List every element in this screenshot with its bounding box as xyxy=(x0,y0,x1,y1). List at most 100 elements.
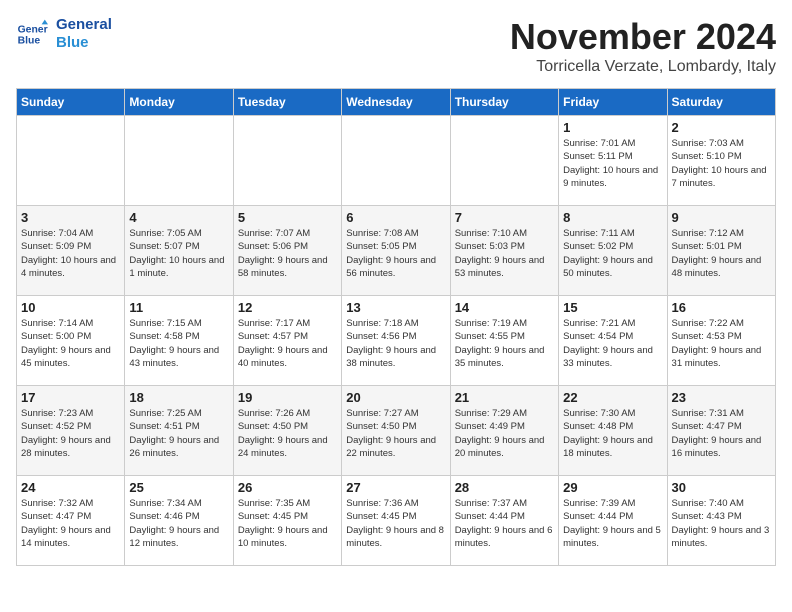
calendar-cell: 1 Sunrise: 7:01 AM Sunset: 5:11 PM Daylig… xyxy=(559,116,667,206)
day-number: 20 xyxy=(346,390,445,405)
day-info: Sunrise: 7:29 AM Sunset: 4:49 PM Dayligh… xyxy=(455,407,554,460)
day-info: Sunrise: 7:21 AM Sunset: 4:54 PM Dayligh… xyxy=(563,317,662,370)
day-info: Sunrise: 7:35 AM Sunset: 4:45 PM Dayligh… xyxy=(238,497,337,550)
calendar-cell: 2Sunrise: 7:03 AM Sunset: 5:10 PM Daylig… xyxy=(667,116,775,206)
calendar-cell: 30 Sunrise: 7:40 AM Sunset: 4:43 PM Dayli… xyxy=(667,476,775,566)
calendar-cell: 24 Sunrise: 7:32 AM Sunset: 4:47 PM Dayli… xyxy=(17,476,125,566)
calendar-week-0: 1 Sunrise: 7:01 AM Sunset: 5:11 PM Daylig… xyxy=(17,116,776,206)
day-number: 26 xyxy=(238,480,337,495)
calendar-cell: 20 Sunrise: 7:27 AM Sunset: 4:50 PM Dayli… xyxy=(342,386,450,476)
calendar-cell: 13 Sunrise: 7:18 AM Sunset: 4:56 PM Dayli… xyxy=(342,296,450,386)
calendar-week-3: 17Sunrise: 7:23 AM Sunset: 4:52 PM Dayli… xyxy=(17,386,776,476)
day-number: 16 xyxy=(672,300,771,315)
calendar-cell: 21 Sunrise: 7:29 AM Sunset: 4:49 PM Dayli… xyxy=(450,386,558,476)
calendar-cell: 15 Sunrise: 7:21 AM Sunset: 4:54 PM Dayli… xyxy=(559,296,667,386)
title-section: November 2024 Torricella Verzate, Lombar… xyxy=(510,16,776,76)
day-number: 13 xyxy=(346,300,445,315)
day-info: Sunrise: 7:11 AM Sunset: 5:02 PM Dayligh… xyxy=(563,227,662,280)
calendar-cell: 26 Sunrise: 7:35 AM Sunset: 4:45 PM Dayli… xyxy=(233,476,341,566)
day-info: Sunrise: 7:23 AM Sunset: 4:52 PM Dayligh… xyxy=(21,407,120,460)
day-info: Sunrise: 7:30 AM Sunset: 4:48 PM Dayligh… xyxy=(563,407,662,460)
day-number: 29 xyxy=(563,480,662,495)
calendar-cell: 10 Sunrise: 7:14 AM Sunset: 5:00 PM Dayli… xyxy=(17,296,125,386)
svg-text:General: General xyxy=(18,24,48,35)
day-info: Sunrise: 7:19 AM Sunset: 4:55 PM Dayligh… xyxy=(455,317,554,370)
col-wednesday: Wednesday xyxy=(342,89,450,116)
day-info: Sunrise: 7:22 AM Sunset: 4:53 PM Dayligh… xyxy=(672,317,771,370)
calendar-body: 1 Sunrise: 7:01 AM Sunset: 5:11 PM Daylig… xyxy=(17,116,776,566)
day-number: 4 xyxy=(129,210,228,225)
day-info: Sunrise: 7:31 AM Sunset: 4:47 PM Dayligh… xyxy=(672,407,771,460)
day-info: Sunrise: 7:08 AM Sunset: 5:05 PM Dayligh… xyxy=(346,227,445,280)
day-info: Sunrise: 7:17 AM Sunset: 4:57 PM Dayligh… xyxy=(238,317,337,370)
day-info: Sunrise: 7:37 AM Sunset: 4:44 PM Dayligh… xyxy=(455,497,554,550)
calendar-cell: 6 Sunrise: 7:08 AM Sunset: 5:05 PM Daylig… xyxy=(342,206,450,296)
day-info: Sunrise: 7:12 AM Sunset: 5:01 PM Dayligh… xyxy=(672,227,771,280)
calendar-cell: 14Sunrise: 7:19 AM Sunset: 4:55 PM Dayli… xyxy=(450,296,558,386)
col-monday: Monday xyxy=(125,89,233,116)
calendar-cell xyxy=(125,116,233,206)
col-sunday: Sunday xyxy=(17,89,125,116)
month-title: November 2024 xyxy=(510,16,776,58)
day-number: 1 xyxy=(563,120,662,135)
day-number: 22 xyxy=(563,390,662,405)
day-number: 9 xyxy=(672,210,771,225)
calendar-cell: 23 Sunrise: 7:31 AM Sunset: 4:47 PM Dayli… xyxy=(667,386,775,476)
calendar-cell: 18Sunrise: 7:25 AM Sunset: 4:51 PM Dayli… xyxy=(125,386,233,476)
day-number: 27 xyxy=(346,480,445,495)
logo-icon: General Blue xyxy=(16,18,48,50)
calendar-cell: 3 Sunrise: 7:04 AM Sunset: 5:09 PM Daylig… xyxy=(17,206,125,296)
logo-line1: General xyxy=(56,16,112,34)
day-number: 19 xyxy=(238,390,337,405)
day-info: Sunrise: 7:03 AM Sunset: 5:10 PM Dayligh… xyxy=(672,137,771,190)
day-number: 23 xyxy=(672,390,771,405)
day-number: 24 xyxy=(21,480,120,495)
calendar-cell: 17Sunrise: 7:23 AM Sunset: 4:52 PM Dayli… xyxy=(17,386,125,476)
logo: General Blue General Blue xyxy=(16,16,112,52)
calendar-header: Sunday Monday Tuesday Wednesday Thursday… xyxy=(17,89,776,116)
calendar-cell xyxy=(17,116,125,206)
day-info: Sunrise: 7:04 AM Sunset: 5:09 PM Dayligh… xyxy=(21,227,120,280)
day-number: 25 xyxy=(129,480,228,495)
day-info: Sunrise: 7:25 AM Sunset: 4:51 PM Dayligh… xyxy=(129,407,228,460)
calendar-cell: 25 Sunrise: 7:34 AM Sunset: 4:46 PM Dayli… xyxy=(125,476,233,566)
col-friday: Friday xyxy=(559,89,667,116)
calendar-table: Sunday Monday Tuesday Wednesday Thursday… xyxy=(16,88,776,566)
day-info: Sunrise: 7:40 AM Sunset: 4:43 PM Dayligh… xyxy=(672,497,771,550)
day-number: 21 xyxy=(455,390,554,405)
calendar-cell: 5Sunrise: 7:07 AM Sunset: 5:06 PM Daylig… xyxy=(233,206,341,296)
calendar-cell: 22 Sunrise: 7:30 AM Sunset: 4:48 PM Dayli… xyxy=(559,386,667,476)
calendar-cell: 8Sunrise: 7:11 AM Sunset: 5:02 PM Daylig… xyxy=(559,206,667,296)
calendar-cell: 19Sunrise: 7:26 AM Sunset: 4:50 PM Dayli… xyxy=(233,386,341,476)
day-info: Sunrise: 7:18 AM Sunset: 4:56 PM Dayligh… xyxy=(346,317,445,370)
calendar-week-2: 10 Sunrise: 7:14 AM Sunset: 5:00 PM Dayli… xyxy=(17,296,776,386)
calendar-cell: 29Sunrise: 7:39 AM Sunset: 4:44 PM Dayli… xyxy=(559,476,667,566)
day-number: 30 xyxy=(672,480,771,495)
day-info: Sunrise: 7:32 AM Sunset: 4:47 PM Dayligh… xyxy=(21,497,120,550)
calendar-cell xyxy=(450,116,558,206)
calendar-cell: 16 Sunrise: 7:22 AM Sunset: 4:53 PM Dayli… xyxy=(667,296,775,386)
calendar-week-4: 24 Sunrise: 7:32 AM Sunset: 4:47 PM Dayli… xyxy=(17,476,776,566)
day-info: Sunrise: 7:14 AM Sunset: 5:00 PM Dayligh… xyxy=(21,317,120,370)
calendar-cell xyxy=(342,116,450,206)
calendar-cell: 27 Sunrise: 7:36 AM Sunset: 4:45 PM Dayli… xyxy=(342,476,450,566)
calendar-cell: 9 Sunrise: 7:12 AM Sunset: 5:01 PM Daylig… xyxy=(667,206,775,296)
day-number: 10 xyxy=(21,300,120,315)
calendar-cell: 4 Sunrise: 7:05 AM Sunset: 5:07 PM Daylig… xyxy=(125,206,233,296)
header-row: Sunday Monday Tuesday Wednesday Thursday… xyxy=(17,89,776,116)
calendar-cell: 12Sunrise: 7:17 AM Sunset: 4:57 PM Dayli… xyxy=(233,296,341,386)
col-tuesday: Tuesday xyxy=(233,89,341,116)
day-info: Sunrise: 7:10 AM Sunset: 5:03 PM Dayligh… xyxy=(455,227,554,280)
day-number: 15 xyxy=(563,300,662,315)
day-info: Sunrise: 7:05 AM Sunset: 5:07 PM Dayligh… xyxy=(129,227,228,280)
day-number: 3 xyxy=(21,210,120,225)
calendar-cell: 7Sunrise: 7:10 AM Sunset: 5:03 PM Daylig… xyxy=(450,206,558,296)
day-info: Sunrise: 7:34 AM Sunset: 4:46 PM Dayligh… xyxy=(129,497,228,550)
day-info: Sunrise: 7:01 AM Sunset: 5:11 PM Dayligh… xyxy=(563,137,662,190)
day-number: 6 xyxy=(346,210,445,225)
day-number: 11 xyxy=(129,300,228,315)
day-info: Sunrise: 7:27 AM Sunset: 4:50 PM Dayligh… xyxy=(346,407,445,460)
svg-text:Blue: Blue xyxy=(18,36,41,47)
logo-line2: Blue xyxy=(56,34,112,52)
day-info: Sunrise: 7:36 AM Sunset: 4:45 PM Dayligh… xyxy=(346,497,445,550)
